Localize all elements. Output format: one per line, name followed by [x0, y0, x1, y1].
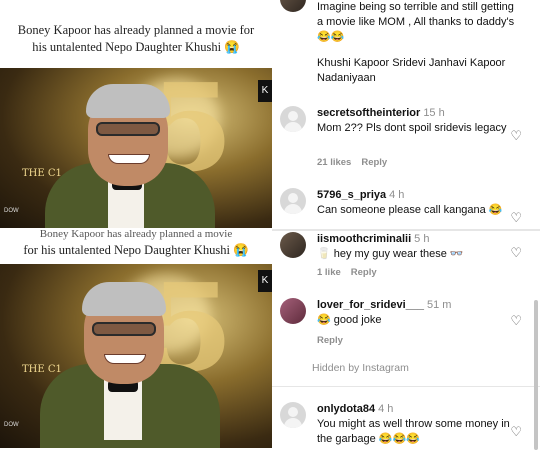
post-caption: Boney Kapoor has already planned a movie…	[17, 23, 255, 54]
comment-username[interactable]: lover_for_sridevi___	[317, 299, 424, 311]
comment-time: 4 h	[378, 403, 394, 415]
person-smile	[104, 354, 146, 364]
comment-username[interactable]: onlydota84	[317, 403, 375, 415]
corner-logo-icon: K	[258, 80, 272, 102]
reply-button[interactable]: Reply	[361, 157, 387, 168]
avatar[interactable]	[280, 298, 306, 324]
event-logo: THE C1	[22, 168, 62, 179]
person-glasses	[96, 122, 160, 136]
comment-username[interactable]: 5796_s_priya	[317, 189, 386, 201]
comment-username[interactable]: secretsoftheinterior	[317, 107, 420, 119]
comment-time: 5 h	[414, 233, 430, 245]
comment-text: Khushi Kapoor Sridevi Janhavi Kapoor Nad…	[317, 57, 506, 84]
reply-button[interactable]: Reply	[351, 267, 377, 278]
likes-count[interactable]: 21 likes	[317, 157, 351, 168]
heart-outline-icon[interactable]: ♡	[510, 128, 522, 144]
default-avatar-icon[interactable]	[280, 188, 306, 214]
avatar[interactable]	[280, 0, 306, 12]
avatar[interactable]	[280, 232, 306, 258]
scrollbar[interactable]	[534, 300, 538, 450]
reply-button[interactable]: Reply	[317, 335, 343, 346]
hidden-comments-link[interactable]: Hidden by Instagram	[312, 362, 409, 374]
person-smile	[108, 154, 150, 164]
heart-outline-icon[interactable]: ♡	[510, 245, 522, 261]
comment-time: 4 h	[389, 189, 405, 201]
comment-meta: 1 like Reply	[317, 267, 387, 278]
comment-time: 15 h	[423, 107, 445, 119]
comment-meta: 21 likes Reply	[317, 157, 397, 168]
post-caption: for his untalented Nepo Daughter Khushi …	[23, 243, 249, 257]
heart-outline-icon[interactable]: ♡	[510, 210, 522, 226]
heart-outline-icon[interactable]: ♡	[510, 424, 522, 440]
section-divider	[272, 229, 540, 231]
corner-logo-icon: K	[258, 270, 272, 292]
post-caption-overlap: Boney Kapoor has already planned a movie	[39, 228, 233, 240]
post-photo: 5 THE C1 DOW K	[0, 68, 272, 230]
person-hair	[82, 282, 166, 316]
comment-meta: Reply	[317, 335, 353, 346]
mic-label: DOW	[4, 208, 19, 214]
comment-text: 😂 good joke	[317, 314, 382, 326]
comment-text: Can someone please call kangana 😂	[317, 204, 503, 216]
default-avatar-icon[interactable]	[280, 402, 306, 428]
comment-text: Mom 2?? Pls dont spoil sridevis legacy	[317, 122, 507, 134]
comment-text: Imagine being so terrible and still gett…	[317, 1, 515, 43]
person-hair	[86, 84, 170, 118]
mic-label: DOW	[4, 422, 19, 428]
likes-count[interactable]: 1 like	[317, 267, 341, 278]
person-glasses	[92, 322, 156, 336]
default-avatar-icon[interactable]	[280, 106, 306, 132]
comment-text: You might as well throw some money in th…	[317, 418, 510, 445]
post-image-bottom: Boney Kapoor has already planned a movie…	[0, 228, 272, 450]
comment-username[interactable]: iismoothcriminalii	[317, 233, 411, 245]
comment-time: 51 m	[427, 299, 452, 311]
comment-text: 🥛 hey my guy wear these 👓	[317, 248, 464, 260]
post-image-top: Boney Kapoor has already planned a movie…	[0, 0, 272, 232]
heart-outline-icon[interactable]: ♡	[510, 313, 522, 329]
post-photo: 5 THE C1 DOW K	[0, 264, 272, 448]
event-logo: THE C1	[22, 364, 62, 375]
section-divider	[272, 386, 540, 387]
comments-panel[interactable]: Imagine being so terrible and still gett…	[272, 0, 540, 450]
